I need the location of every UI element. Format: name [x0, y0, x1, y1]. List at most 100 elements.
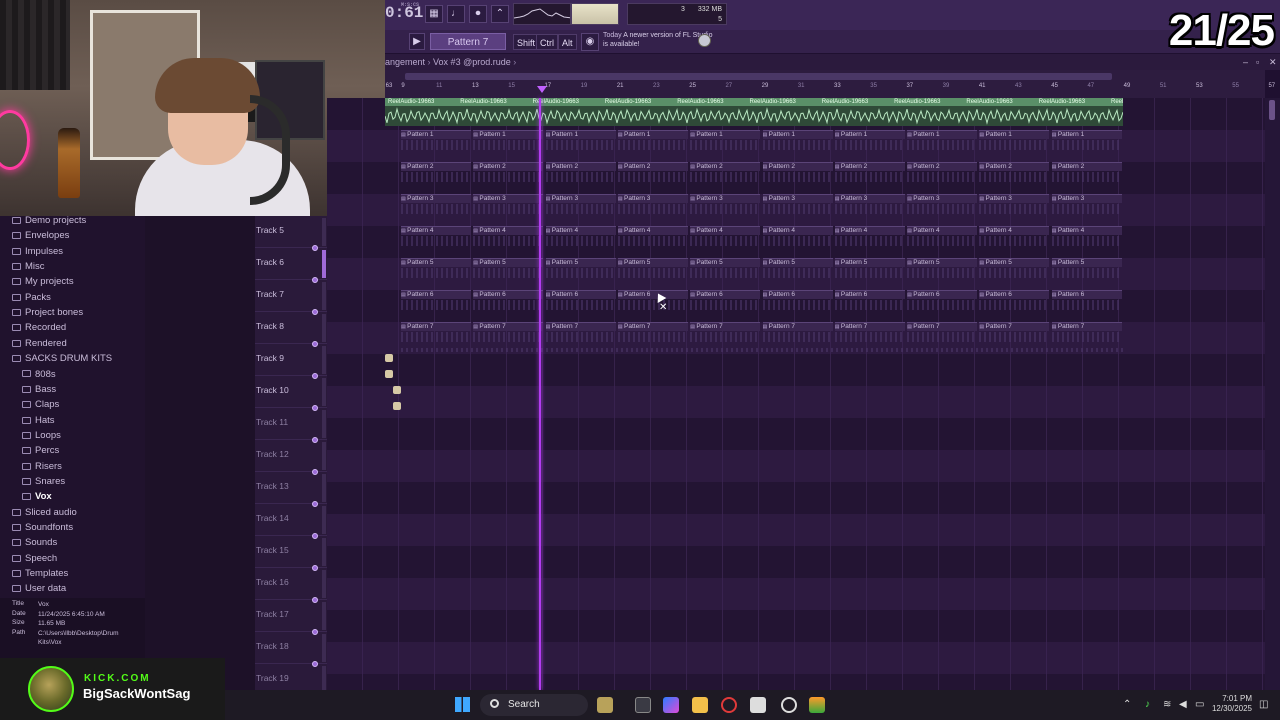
pattern-clip[interactable]: Pattern 1: [907, 130, 978, 139]
widgets-icon[interactable]: [597, 697, 613, 713]
pattern-clip[interactable]: Pattern 3: [979, 194, 1050, 203]
track-lane[interactable]: [327, 386, 1265, 418]
pattern-clip[interactable]: Pattern 3: [473, 194, 544, 203]
browser-item[interactable]: SACKS DRUM KITS: [12, 351, 112, 366]
track-header[interactable]: Track 11: [255, 408, 327, 443]
track-header[interactable]: Track 15: [255, 536, 327, 571]
pattern-clip[interactable]: Pattern 6: [907, 290, 978, 299]
pattern-clip[interactable]: Pattern 2: [401, 162, 471, 171]
task-view-icon[interactable]: [635, 697, 651, 713]
track-lane[interactable]: [327, 546, 1265, 578]
maximize-icon[interactable]: ▫: [1256, 54, 1259, 70]
pattern-clip[interactable]: Pattern 2: [545, 162, 616, 171]
volume-icon[interactable]: ◀: [1179, 699, 1190, 710]
pattern-clip[interactable]: Pattern 3: [907, 194, 978, 203]
browser-item[interactable]: Packs: [12, 290, 51, 305]
wait-input-icon[interactable]: ⏺: [469, 5, 487, 23]
track-lane[interactable]: [327, 354, 1265, 386]
notification-icon[interactable]: ◫: [1259, 699, 1270, 710]
pattern-clip[interactable]: Pattern 6: [617, 290, 688, 299]
pattern-clip[interactable]: Pattern 7: [545, 322, 616, 331]
pattern-clip[interactable]: Pattern 3: [762, 194, 833, 203]
pattern-clip[interactable]: Pattern 4: [545, 226, 616, 235]
pattern-clip[interactable]: Pattern 7: [617, 322, 688, 331]
horizontal-scrollbar[interactable]: [405, 73, 1112, 80]
track-header[interactable]: Track 17: [255, 600, 327, 635]
browser-item[interactable]: Templates: [12, 566, 68, 581]
pattern-clip[interactable]: Pattern 4: [762, 226, 833, 235]
track-header[interactable]: Track 10: [255, 376, 327, 411]
pattern-clip[interactable]: Pattern 1: [690, 130, 761, 139]
pattern-clip[interactable]: Pattern 1: [401, 130, 471, 139]
track-lane[interactable]: [327, 482, 1265, 514]
pattern-clip[interactable]: Pattern 3: [617, 194, 688, 203]
battery-icon[interactable]: ▭: [1195, 699, 1206, 710]
pattern-clip[interactable]: Pattern 5: [1051, 258, 1122, 267]
pattern-clip[interactable]: Pattern 5: [473, 258, 544, 267]
track-header[interactable]: Track 5: [255, 216, 327, 251]
copilot-icon[interactable]: [663, 697, 679, 713]
chrome-icon[interactable]: [781, 697, 797, 713]
play-icon[interactable]: ▶: [409, 33, 425, 50]
pattern-clip[interactable]: Pattern 3: [1051, 194, 1122, 203]
track-header[interactable]: Track 9: [255, 344, 327, 379]
browser-item[interactable]: User data: [12, 581, 66, 596]
pattern-clip[interactable]: Pattern 7: [979, 322, 1050, 331]
browser-item[interactable]: Vox: [22, 489, 52, 504]
track-lane[interactable]: [327, 450, 1265, 482]
pattern-clip[interactable]: Pattern 6: [690, 290, 761, 299]
browser-item[interactable]: Impulses: [12, 244, 63, 259]
pattern-clip[interactable]: Pattern 2: [1051, 162, 1122, 171]
track-lane[interactable]: [327, 642, 1265, 674]
playhead-marker-icon[interactable]: [537, 86, 547, 93]
pattern-clip[interactable]: Pattern 6: [1051, 290, 1122, 299]
pattern-clip[interactable]: Pattern 4: [979, 226, 1050, 235]
pattern-clip[interactable]: Pattern 4: [401, 226, 471, 235]
pattern-clip[interactable]: Pattern 5: [834, 258, 905, 267]
pattern-clip[interactable]: Pattern 2: [473, 162, 544, 171]
pattern-clip[interactable]: Pattern 4: [690, 226, 761, 235]
pattern-clip[interactable]: Pattern 6: [834, 290, 905, 299]
track-lane[interactable]: [327, 610, 1265, 642]
pattern-clip[interactable]: Pattern 2: [979, 162, 1050, 171]
news-panel[interactable]: Today A newer version of FL Studio is av…: [603, 31, 713, 53]
pattern-selector[interactable]: Pattern 7: [430, 33, 506, 50]
pattern-clip[interactable]: Pattern 4: [907, 226, 978, 235]
browser-item[interactable]: Recorded: [12, 320, 66, 335]
track-lane[interactable]: [327, 514, 1265, 546]
pattern-clip[interactable]: Pattern 2: [834, 162, 905, 171]
microphone-icon[interactable]: ♪: [1145, 699, 1156, 710]
browser-item[interactable]: My projects: [12, 274, 74, 289]
browser-item[interactable]: Loops: [22, 428, 61, 443]
audio-clip-lane[interactable]: ReelAudio-19663 ReelAudio-19663 ReelAudio-…: [385, 98, 1123, 126]
pattern-clip[interactable]: Pattern 3: [401, 194, 471, 203]
pattern-clip[interactable]: Pattern 7: [1051, 322, 1122, 331]
track-header[interactable]: Track 7: [255, 280, 327, 315]
pattern-clip[interactable]: Pattern 2: [907, 162, 978, 171]
browser-item[interactable]: Snares: [22, 474, 65, 489]
pattern-clip[interactable]: Pattern 6: [545, 290, 616, 299]
pattern-clip[interactable]: Pattern 4: [473, 226, 544, 235]
browser-item[interactable]: Claps: [22, 397, 59, 412]
pattern-clip[interactable]: Pattern 1: [834, 130, 905, 139]
browser-item[interactable]: Hats: [22, 413, 55, 428]
minimize-icon[interactable]: –: [1243, 54, 1248, 70]
pattern-clip[interactable]: Pattern 7: [834, 322, 905, 331]
track-header[interactable]: Track 13: [255, 472, 327, 507]
browser-item[interactable]: Soundfonts: [12, 520, 73, 535]
browser-item[interactable]: Demo projects: [12, 213, 86, 228]
wifi-icon[interactable]: ≋: [1163, 699, 1174, 710]
globe-icon[interactable]: [698, 34, 711, 47]
clock[interactable]: 7:01 PM 12/30/2025: [1212, 694, 1252, 714]
browser-item[interactable]: 808s: [22, 367, 56, 382]
pattern-clip[interactable]: Pattern 7: [907, 322, 978, 331]
playhead[interactable]: [539, 98, 541, 690]
fl-studio-icon[interactable]: [809, 697, 825, 713]
file-explorer-icon[interactable]: [692, 697, 708, 713]
playlist-grid[interactable]: ReelAudio-19663 ReelAudio-19663 ReelAudio-…: [327, 98, 1265, 690]
pattern-clip[interactable]: Pattern 6: [401, 290, 471, 299]
browser-item[interactable]: Percs: [22, 443, 59, 458]
track-header[interactable]: Track 12: [255, 440, 327, 475]
pattern-clip[interactable]: Pattern 7: [762, 322, 833, 331]
track-header[interactable]: Track 6: [255, 248, 327, 283]
